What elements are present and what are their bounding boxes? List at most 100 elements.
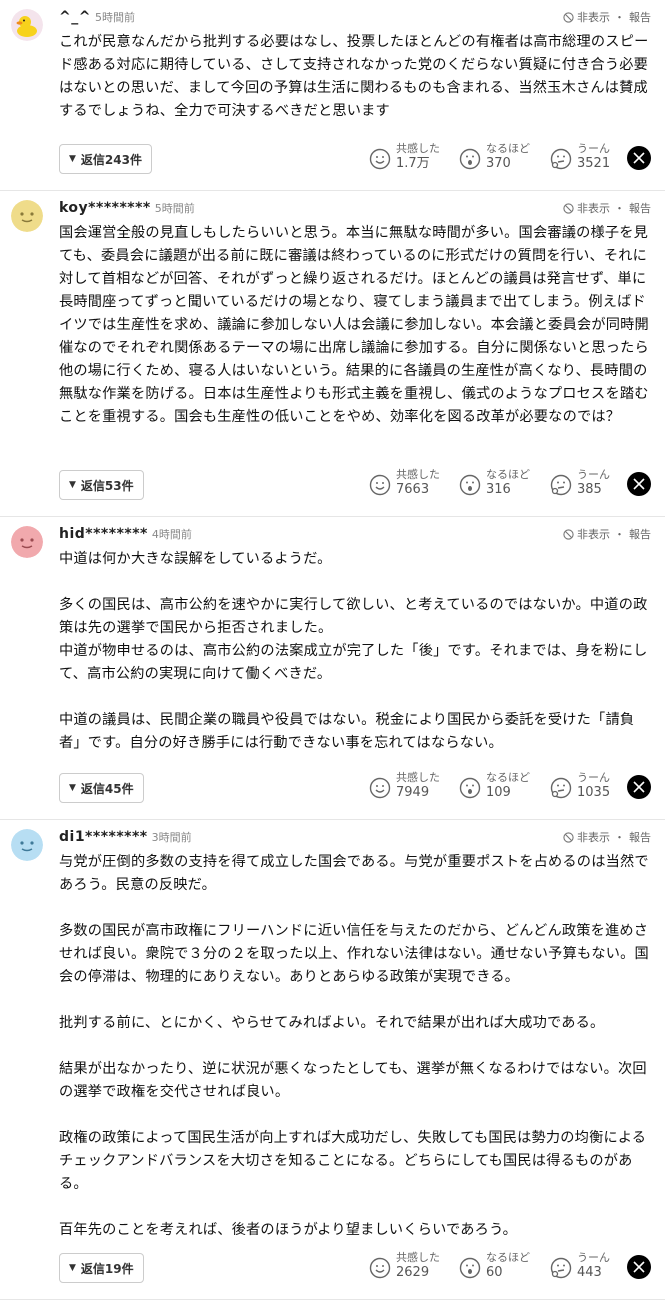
x-share-button[interactable] [627,775,651,799]
reply-count: 返信19件 [80,1261,134,1276]
hmm-count: 443 [577,1265,602,1280]
hide-link[interactable]: 非表示 [577,9,610,25]
menu-separator: ・ [614,202,625,215]
report-link[interactable]: 報告 [629,9,651,25]
comment-time: 3時間前 [151,831,192,844]
comment-username[interactable]: di1******** 3時間前 [59,829,192,845]
blue-face-avatar[interactable] [11,829,43,861]
insight-count: 60 [486,1265,503,1280]
hide-link[interactable]: 非表示 [577,200,610,216]
report-link[interactable]: 報告 [629,200,651,216]
insight-count: 109 [486,785,511,800]
report-link[interactable]: 報告 [629,829,651,845]
hmm-label: うーん [577,468,610,481]
thinking-face-icon [550,1257,572,1279]
reply-count: 返信45件 [80,781,134,796]
empathy-count: 1.7万 [396,156,430,171]
comment-username[interactable]: ^_^ 5時間前 [59,9,135,25]
smile-icon [369,1257,391,1279]
hmm-label: うーん [577,142,610,155]
comment-username[interactable]: hid******** 4時間前 [59,526,192,542]
hmm-button[interactable]: うーん 385 [550,468,610,498]
hmm-label: うーん [577,771,610,784]
hmm-button[interactable]: うーん 1035 [550,771,610,801]
insight-label: なるほど [486,468,530,481]
insight-button[interactable]: なるほど 316 [459,468,530,498]
x-logo-icon [633,781,645,793]
duck-avatar[interactable] [11,9,43,41]
comment-item: koy******** 5時間前 非表示・報告 国会運営全般の見直しもしたらいいと… [0,191,665,517]
empathy-button[interactable]: 共感した 7663 [369,468,440,498]
empathy-label: 共感した [396,771,440,784]
reply-toggle-button[interactable]: ▼ 返信53件 [59,470,144,500]
surprised-face-icon [459,474,481,496]
empathy-button[interactable]: 共感した 1.7万 [369,142,440,172]
x-share-button[interactable] [627,146,651,170]
empathy-button[interactable]: 共感した 7949 [369,771,440,801]
comment-footer: ▼ 返信19件 共感した 2629 なるほど 60 うーん 443 [59,1251,651,1285]
comment-time: 5時間前 [154,202,195,215]
reply-toggle-button[interactable]: ▼ 返信19件 [59,1253,144,1283]
thinking-face-icon [550,474,572,496]
hmm-count: 1035 [577,785,611,800]
comment-footer: ▼ 返信45件 共感した 7949 なるほど 109 うーん 1035 [59,771,651,805]
hmm-label: うーん [577,1251,610,1264]
comment-username[interactable]: koy******** 5時間前 [59,200,195,216]
comment-item: ^_^ 5時間前 非表示・報告 これが民意なんだから批判する必要はなし、投票したほ… [0,0,665,191]
hide-icon [563,528,574,540]
comment-body: 国会運営全般の見直しもしたらいいと思う。本当に無駄な時間が多い。国会審議の様子を… [59,225,649,425]
triangle-down-icon: ▼ [69,154,76,164]
comment-item: hid******** 4時間前 非表示・報告 中道は何か大きな誤解をしているよう… [0,517,665,820]
x-share-button[interactable] [627,1255,651,1279]
smile-icon [369,474,391,496]
insight-label: なるほど [486,771,530,784]
hide-icon [563,202,574,214]
reply-count: 返信53件 [80,478,134,493]
surprised-face-icon [459,1257,481,1279]
reply-toggle-button[interactable]: ▼ 返信243件 [59,144,152,174]
insight-count: 316 [486,482,511,497]
x-share-button[interactable] [627,472,651,496]
comment-item: di1******** 3時間前 非表示・報告 与党が圧倒的多数の支持を得て成立し… [0,820,665,1300]
x-logo-icon [633,1261,645,1273]
insight-label: なるほど [486,142,530,155]
thinking-face-icon [550,777,572,799]
smile-icon [369,148,391,170]
hide-link[interactable]: 非表示 [577,829,610,845]
insight-button[interactable]: なるほど 370 [459,142,530,172]
hmm-count: 385 [577,482,602,497]
hmm-button[interactable]: うーん 3521 [550,142,610,172]
empathy-count: 2629 [396,1265,430,1280]
reply-toggle-button[interactable]: ▼ 返信45件 [59,773,144,803]
thinking-face-icon [550,148,572,170]
yellow-face-avatar[interactable] [11,200,43,232]
insight-button[interactable]: なるほど 109 [459,771,530,801]
comment-menu: 非表示・報告 [563,9,651,25]
insight-count: 370 [486,156,511,171]
hmm-button[interactable]: うーん 443 [550,1251,610,1281]
comment-time: 5時間前 [94,11,135,24]
pink-face-avatar[interactable] [11,526,43,558]
menu-separator: ・ [614,528,625,541]
surprised-face-icon [459,777,481,799]
comment-footer: ▼ 返信243件 共感した 1.7万 なるほど 370 うーん 3521 [59,142,651,176]
triangle-down-icon: ▼ [69,480,76,490]
comment-footer: ▼ 返信53件 共感した 7663 なるほど 316 うーん 385 [59,468,651,502]
comment-body: 中道は何か大きな誤解をしているようだ。 多くの国民は、高市公約を速やかに実行して… [59,551,648,751]
reply-count: 返信243件 [80,152,142,167]
empathy-label: 共感した [396,1251,440,1264]
menu-separator: ・ [614,11,625,24]
report-link[interactable]: 報告 [629,526,651,542]
comment-menu: 非表示・報告 [563,526,651,542]
hmm-count: 3521 [577,156,611,171]
x-logo-icon [633,478,645,490]
triangle-down-icon: ▼ [69,1263,76,1273]
insight-button[interactable]: なるほど 60 [459,1251,530,1281]
x-logo-icon [633,152,645,164]
surprised-face-icon [459,148,481,170]
empathy-label: 共感した [396,468,440,481]
empathy-button[interactable]: 共感した 2629 [369,1251,440,1281]
insight-label: なるほど [486,1251,530,1264]
comment-menu: 非表示・報告 [563,200,651,216]
hide-link[interactable]: 非表示 [577,526,610,542]
